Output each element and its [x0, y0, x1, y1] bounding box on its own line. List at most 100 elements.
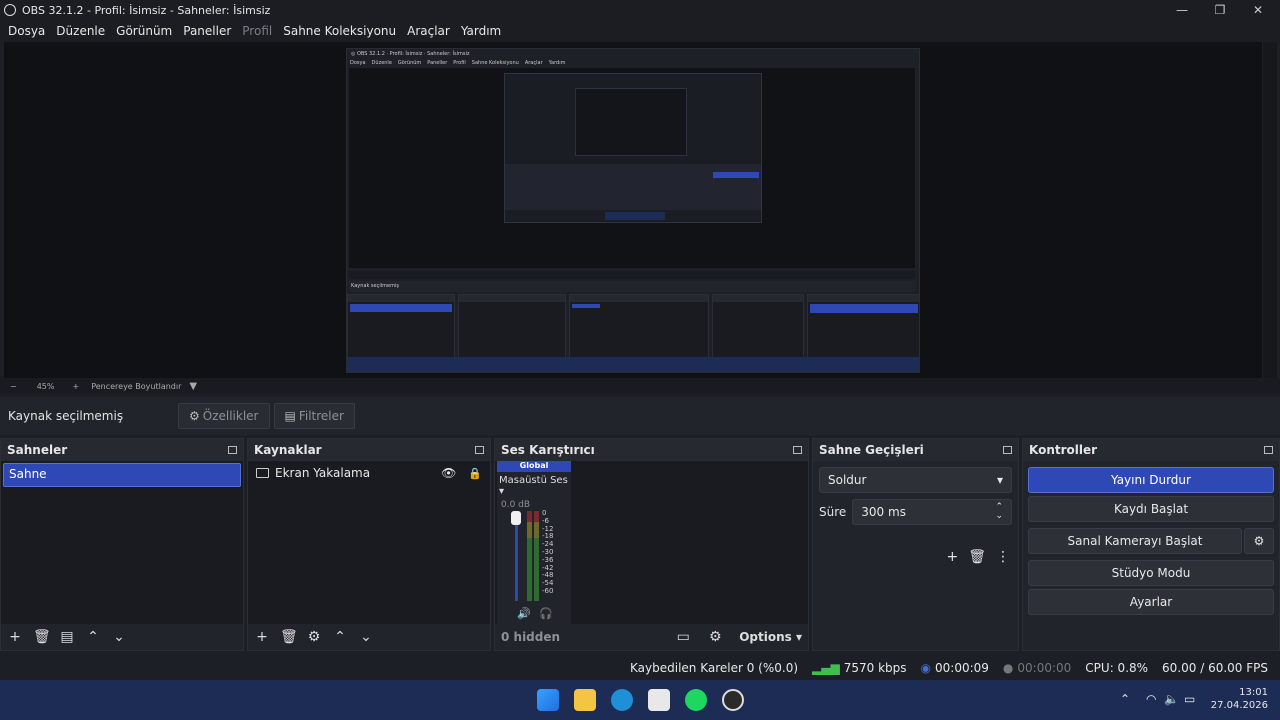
duration-label: Süre: [819, 505, 847, 519]
undock-icon[interactable]: [228, 446, 237, 454]
bitrate: 7570 kbps: [843, 661, 907, 675]
stream-icon: ◉: [920, 661, 931, 675]
menu-tools[interactable]: Araçlar: [407, 24, 450, 38]
sources-title: Kaynaklar: [254, 443, 322, 457]
menu-docks[interactable]: Paneller: [183, 24, 231, 38]
menu-scene-collection[interactable]: Sahne Koleksiyonu: [283, 24, 396, 38]
volume-icon[interactable]: 🔈: [1164, 692, 1179, 706]
minimize-button[interactable]: —: [1162, 0, 1202, 20]
preview-scrollbar[interactable]: [1263, 42, 1277, 378]
edge-browser-icon[interactable]: [611, 689, 633, 711]
resize-to-window[interactable]: Pencereye Boyutlandır: [91, 382, 181, 391]
battery-icon[interactable]: ▭: [1184, 692, 1195, 706]
obs-taskbar-icon[interactable]: [722, 689, 744, 711]
eye-icon[interactable]: 👁: [441, 466, 456, 480]
transition-select[interactable]: Soldur ▾: [819, 467, 1012, 493]
filter-icon[interactable]: ▤: [59, 629, 75, 645]
chevron-up-icon[interactable]: ⌃: [1120, 692, 1130, 706]
sources-dock: Kaynaklar Ekran Yakalama 👁 🔒 + 🗑 ⚙ ⌃ ⌄: [247, 438, 491, 651]
caret-down-icon: ▾: [996, 473, 1003, 487]
status-bar: Kaybedilen Kareler 0 (%0.0) ▂▄▆ 7570 kbp…: [0, 656, 1280, 680]
record-time: 00:00:00: [1017, 661, 1072, 675]
preview-canvas[interactable]: ◎ OBS 32.1.2 · Profil: İsimsiz · Sahnele…: [4, 42, 1262, 378]
add-icon[interactable]: +: [946, 549, 958, 565]
settings-button[interactable]: Ayarlar: [1028, 589, 1274, 615]
chevron-down-icon[interactable]: ⌄: [111, 629, 127, 645]
mixer-channel: Global Masaüstü Ses ▾ 0.0 dB 0 -6 -12 -18 -2…: [497, 461, 571, 625]
taskbar: ⌃ ◠ 🔈 ▭ 13:01 27.04.2026: [0, 680, 1280, 720]
add-icon[interactable]: +: [254, 629, 270, 645]
source-item[interactable]: Ekran Yakalama 👁 🔒: [248, 461, 490, 485]
speaker-icon[interactable]: 🔊: [517, 607, 531, 620]
menu-bar: Dosya Düzenle Görünüm Paneller Profil Sa…: [0, 20, 1280, 42]
headphone-icon[interactable]: 🎧: [539, 607, 553, 620]
volume-slider-handle[interactable]: [511, 511, 521, 525]
trash-icon[interactable]: 🗑: [33, 629, 51, 645]
scene-transitions-dock: Sahne Geçişleri Soldur ▾ Süre 300 ms ⌃ ⌄ + …: [812, 438, 1019, 651]
properties-button[interactable]: ⚙ Özellikler: [178, 403, 270, 429]
zoom-in-button[interactable]: +: [72, 382, 79, 391]
nested-title: ◎ OBS 32.1.2 · Profil: İsimsiz · Sahnele…: [351, 51, 470, 57]
channel-db: 0.0 dB: [501, 500, 531, 510]
controls-dock: Kontroller Yayını Durdur Kaydı Başlat Sa…: [1022, 438, 1280, 651]
gear-icon[interactable]: ⚙: [306, 629, 322, 645]
resize-dropdown-icon[interactable]: ▼: [189, 381, 197, 392]
scenes-dock: Sahneler Sahne + 🗑 ▤ ⌃ ⌄: [0, 438, 244, 651]
clock[interactable]: 13:01 27.04.2026: [1211, 686, 1268, 712]
stepper-icon[interactable]: ⌃ ⌄: [995, 503, 1003, 521]
spotify-icon[interactable]: [685, 689, 707, 711]
clock-date: 27.04.2026: [1210, 700, 1268, 711]
nested-inner-preview: [504, 73, 762, 223]
windows-start-icon[interactable]: [537, 689, 559, 711]
trash-icon[interactable]: 🗑: [968, 549, 986, 565]
undock-icon[interactable]: [1003, 446, 1012, 454]
chevron-up-icon[interactable]: ⌃: [85, 629, 101, 645]
level-meter-right: [534, 511, 539, 601]
scene-item[interactable]: Sahne: [3, 463, 241, 487]
duration-input[interactable]: 300 ms ⌃ ⌄: [852, 499, 1012, 525]
signal-icon: ▂▄▆: [812, 661, 840, 675]
trash-icon[interactable]: 🗑: [280, 629, 298, 645]
start-virtual-camera-button[interactable]: Sanal Kamerayı Başlat: [1028, 528, 1242, 554]
undock-icon[interactable]: [1264, 446, 1273, 454]
virtual-camera-settings-icon[interactable]: ⚙: [1244, 528, 1274, 554]
filters-button[interactable]: ▤ Filtreler: [273, 403, 355, 429]
stop-stream-button[interactable]: Yayını Durdur: [1028, 467, 1274, 493]
channel-name-dropdown[interactable]: Masaüstü Ses ▾: [497, 472, 571, 500]
mixer-settings-icon[interactable]: ⚙: [707, 629, 723, 645]
menu-help[interactable]: Yardım: [461, 24, 501, 38]
volume-track[interactable]: [515, 513, 518, 601]
cpu-usage: CPU: 0.8%: [1085, 661, 1149, 675]
nested-menu: Dosya Düzenle Görünüm Paneller Profil Sahne K…: [350, 60, 566, 66]
undock-icon[interactable]: [475, 446, 484, 454]
close-button[interactable]: ✕: [1238, 0, 1278, 20]
store-icon[interactable]: [648, 689, 670, 711]
fps: 60.00 / 60.00 FPS: [1162, 661, 1268, 675]
file-explorer-icon[interactable]: [574, 689, 596, 711]
menu-edit[interactable]: Düzenle: [56, 24, 105, 38]
source-item-label: Ekran Yakalama: [275, 466, 371, 480]
options-button[interactable]: Options ▾: [739, 630, 802, 644]
nested-preview: [349, 68, 915, 268]
chevron-up-icon[interactable]: ⌃: [332, 629, 348, 645]
menu-profile[interactable]: Profil: [242, 24, 272, 38]
menu-view[interactable]: Görünüm: [116, 24, 172, 38]
chevron-down-icon[interactable]: ⌄: [358, 629, 374, 645]
more-icon[interactable]: ⋮: [996, 549, 1010, 565]
menu-file[interactable]: Dosya: [8, 24, 45, 38]
wifi-icon[interactable]: ◠: [1146, 692, 1156, 706]
lock-icon[interactable]: 🔒: [468, 467, 482, 480]
global-label: Global: [497, 461, 571, 472]
clock-time: 13:01: [1239, 687, 1268, 698]
dropped-frames: Kaybedilen Kareler 0 (%0.0): [630, 661, 799, 675]
window-title: OBS 32.1.2 - Profil: İsimsiz - Sahneler:…: [22, 3, 271, 17]
studio-mode-button[interactable]: Stüdyo Modu: [1028, 560, 1274, 586]
layout-icon[interactable]: ▭: [675, 629, 691, 645]
title-bar: OBS 32.1.2 - Profil: İsimsiz - Sahneler:…: [0, 0, 1280, 20]
undock-icon[interactable]: [793, 446, 802, 454]
zoom-out-button[interactable]: −: [10, 382, 17, 391]
start-record-button[interactable]: Kaydı Başlat: [1028, 496, 1274, 522]
add-icon[interactable]: +: [7, 629, 23, 645]
obs-logo-icon: [4, 4, 16, 16]
maximize-button[interactable]: ❐: [1200, 0, 1240, 20]
